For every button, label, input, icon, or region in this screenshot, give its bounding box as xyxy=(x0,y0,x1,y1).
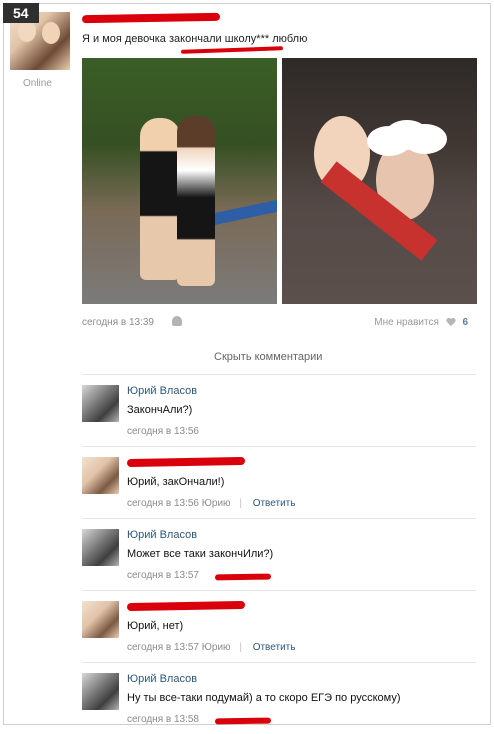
commenter-avatar[interactable] xyxy=(82,601,119,638)
post-photo-2[interactable] xyxy=(282,58,477,304)
reply-link[interactable]: Ответить xyxy=(253,642,296,653)
comment-time: сегодня в 13:56 xyxy=(127,426,199,437)
likes-control[interactable]: Мне нравится 6 xyxy=(374,317,468,328)
post-time: сегодня в 13:39 xyxy=(82,317,154,328)
comment-3: Юрий Власов Может все таки закончИли?) с… xyxy=(82,518,476,590)
redacted-commenter-name xyxy=(126,600,246,612)
redacted-meta-scribble xyxy=(214,717,272,725)
redacted-meta-scribble xyxy=(214,573,272,581)
comment-text: Юрий, закОнчали!) xyxy=(127,476,225,488)
likes-label: Мне нравится xyxy=(374,317,439,328)
post-text: Я и моя девочка закончали школу*** люблю xyxy=(82,33,308,45)
comment-time: сегодня в 13:58 xyxy=(127,714,199,725)
comment-text: Может все таки закончИли?) xyxy=(127,548,274,560)
comment-4: Юрий, нет) сегодня в 13:57 Юрию | Ответи… xyxy=(82,590,476,662)
photo-person-left xyxy=(140,118,180,280)
reply-link[interactable]: Ответить xyxy=(253,498,296,509)
comments-list: Юрий Власов ЗакончАли?) сегодня в 13:56 … xyxy=(82,374,476,734)
commenter-name[interactable]: Юрий Власов xyxy=(127,673,197,685)
commenter-avatar[interactable] xyxy=(82,457,119,494)
comment-text: Ну ты все-таки подумай) а то скоро ЕГЭ п… xyxy=(127,692,401,704)
comment-time: сегодня в 13:56 Юрию xyxy=(127,498,231,509)
comment-1: Юрий Власов ЗакончАли?) сегодня в 13:56 xyxy=(82,374,476,446)
photo-hair-bow xyxy=(385,120,429,150)
comment-text: ЗакончАли?) xyxy=(127,404,193,416)
commenter-avatar[interactable] xyxy=(82,529,119,566)
android-icon xyxy=(172,316,182,326)
commenter-avatar[interactable] xyxy=(82,673,119,710)
photo-person-right xyxy=(177,116,215,286)
commenter-avatar[interactable] xyxy=(82,385,119,422)
post-photo-1[interactable] xyxy=(82,58,277,304)
comment-time: сегодня в 13:57 Юрию xyxy=(127,642,231,653)
redacted-commenter-name xyxy=(126,456,246,468)
comment-meta: сегодня в 13:57 Юрию | Ответить xyxy=(127,642,295,653)
online-status: Online xyxy=(23,78,52,89)
comment-meta: сегодня в 13:56 Юрию | Ответить xyxy=(127,498,295,509)
image-number-badge: 54 xyxy=(3,3,39,23)
commenter-name[interactable]: Юрий Власов xyxy=(127,385,197,397)
comment-2: Юрий, закОнчали!) сегодня в 13:56 Юрию |… xyxy=(82,446,476,518)
commenter-name[interactable]: Юрий Власов xyxy=(127,529,197,541)
separator: | xyxy=(239,498,242,509)
comment-time: сегодня в 13:57 xyxy=(127,570,199,581)
comment-5: Юрий Власов Ну ты все-таки подумай) а то… xyxy=(82,662,476,734)
heart-icon[interactable] xyxy=(446,318,456,327)
hide-comments-link[interactable]: Скрыть комментарии xyxy=(214,351,322,363)
separator: | xyxy=(239,642,242,653)
likes-count: 6 xyxy=(462,317,468,328)
comment-text: Юрий, нет) xyxy=(127,620,184,632)
